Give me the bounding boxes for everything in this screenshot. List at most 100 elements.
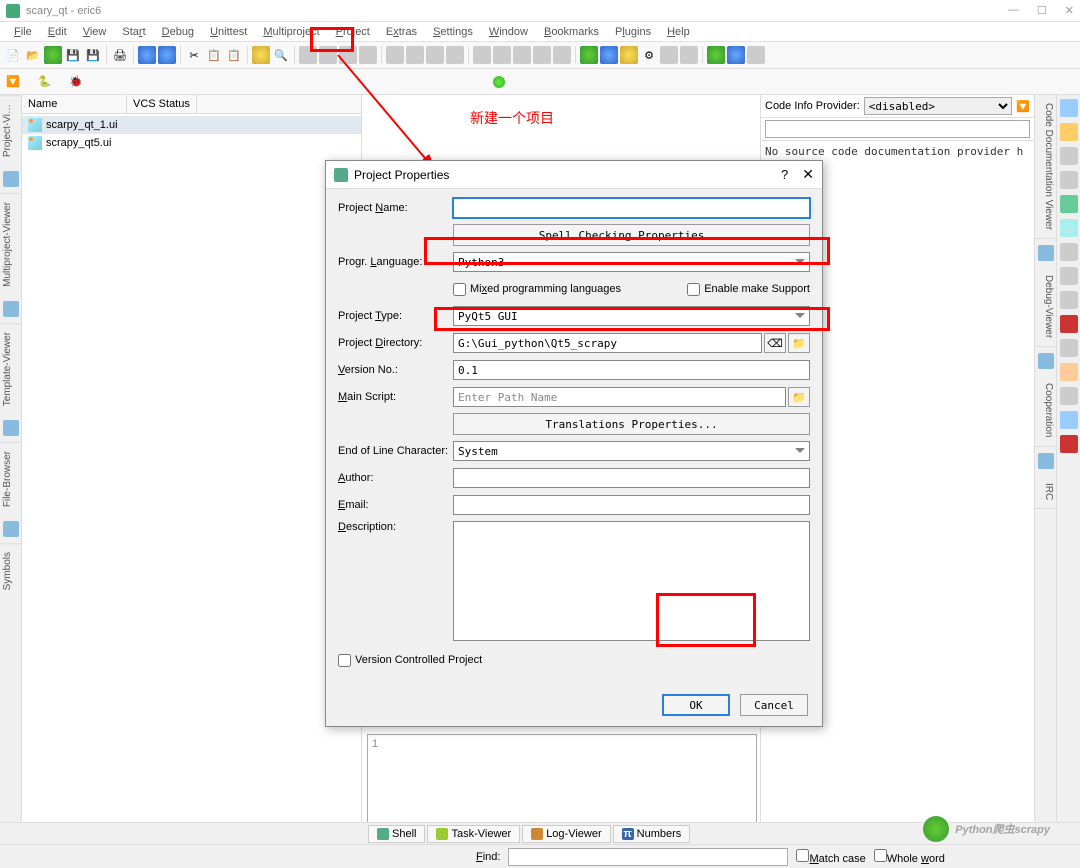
tb-search-icon[interactable]	[252, 46, 270, 64]
ok-button[interactable]: OK	[662, 694, 730, 716]
project-name-input[interactable]	[453, 198, 810, 218]
file-item[interactable]: scrapy_qt5.ui	[22, 134, 361, 152]
tool-icon[interactable]	[1060, 291, 1078, 309]
tb-saveall-icon[interactable]: 💾	[84, 46, 102, 64]
tab-cooperation[interactable]: Cooperation	[1035, 375, 1056, 446]
tab-icon[interactable]	[3, 171, 19, 187]
tab-debug-viewer[interactable]: Debug-Viewer	[1035, 267, 1056, 347]
eol-select[interactable]: System	[453, 441, 810, 461]
menu-window[interactable]: Window	[481, 24, 536, 40]
tab-icon[interactable]	[3, 420, 19, 436]
tb-new-icon[interactable]: 📄	[4, 46, 22, 64]
info-search-input[interactable]	[765, 120, 1030, 138]
info-provider-select[interactable]: <disabled>	[864, 97, 1013, 115]
tab-irc[interactable]: IRC	[1035, 475, 1056, 509]
tb-find-icon[interactable]: 🔍	[272, 46, 290, 64]
tb-icon[interactable]	[747, 46, 765, 64]
tab-log-viewer[interactable]: Log-Viewer	[522, 825, 610, 843]
menu-bookmarks[interactable]: Bookmarks	[536, 24, 607, 40]
version-input[interactable]	[453, 360, 810, 380]
menu-edit[interactable]: Edit	[40, 24, 75, 40]
description-textarea[interactable]	[453, 521, 810, 641]
minimize-button[interactable]: —	[1008, 4, 1019, 17]
translations-button[interactable]: Translations Properties...	[453, 413, 810, 435]
menu-start[interactable]: Start	[114, 24, 153, 40]
tb-redo-icon[interactable]	[158, 46, 176, 64]
tool-icon[interactable]	[1060, 267, 1078, 285]
tab-icon[interactable]	[3, 521, 19, 537]
col-vcs[interactable]: VCS Status	[127, 95, 197, 113]
tab-code-doc[interactable]: Code Documentation Viewer	[1035, 95, 1056, 239]
browse-icon[interactable]: 📁	[788, 333, 810, 353]
whole-word-checkbox[interactable]	[874, 849, 887, 862]
tab-symbols[interactable]: Symbols	[0, 543, 21, 598]
tb-icon[interactable]	[553, 46, 571, 64]
tb-icon[interactable]	[660, 46, 678, 64]
tb-icon[interactable]	[620, 46, 638, 64]
menu-plugins[interactable]: Plugins	[607, 24, 659, 40]
tab-multiproject-viewer[interactable]: Multiproject-Viewer	[0, 193, 21, 295]
vcs-checkbox[interactable]	[338, 654, 351, 667]
author-input[interactable]	[453, 468, 810, 488]
close-button[interactable]: ✕	[1065, 4, 1074, 17]
tb-icon[interactable]: ⚙	[640, 46, 658, 64]
tool-icon[interactable]	[1060, 195, 1078, 213]
tb-print-icon[interactable]: 🖨	[111, 46, 129, 64]
dialog-help-button[interactable]: ?	[781, 167, 788, 182]
tool-icon[interactable]	[1060, 435, 1078, 453]
editor-pane-2[interactable]: 1	[367, 734, 757, 834]
tb-cut-icon[interactable]: ✂	[185, 46, 203, 64]
tb-icon[interactable]	[580, 46, 598, 64]
bug-icon[interactable]	[1060, 315, 1078, 333]
tab-icon[interactable]	[1038, 245, 1054, 261]
cancel-button[interactable]: Cancel	[740, 694, 808, 716]
menu-file[interactable]: File	[6, 24, 40, 40]
tool-icon[interactable]	[1060, 99, 1078, 117]
tb-paste-icon[interactable]: 📋	[225, 46, 243, 64]
menu-debug[interactable]: Debug	[154, 24, 202, 40]
tb-icon[interactable]	[600, 46, 618, 64]
browse-icon[interactable]: 📁	[788, 387, 810, 407]
tool-icon[interactable]	[1060, 411, 1078, 429]
tb-open-icon[interactable]: 📂	[24, 46, 42, 64]
py-icon[interactable]	[1060, 363, 1078, 381]
email-input[interactable]	[453, 495, 810, 515]
tb-filter-icon[interactable]: 🔽	[6, 75, 20, 88]
tab-numbers[interactable]: πNumbers	[613, 825, 691, 843]
file-item[interactable]: scarpy_qt_1.ui	[22, 116, 361, 134]
tb-icon[interactable]	[513, 46, 531, 64]
tab-icon[interactable]	[1038, 353, 1054, 369]
filter-icon[interactable]: 🔽	[1016, 100, 1030, 113]
tb-icon[interactable]	[533, 46, 551, 64]
tool-icon[interactable]	[1060, 171, 1078, 189]
find-input[interactable]	[508, 848, 788, 866]
maximize-button[interactable]: ☐	[1037, 4, 1047, 17]
tab-icon[interactable]	[3, 301, 19, 317]
main-script-input[interactable]	[453, 387, 786, 407]
tb-icon[interactable]	[707, 46, 725, 64]
clear-icon[interactable]: ⌫	[764, 333, 786, 353]
tb-save-icon[interactable]: 💾	[64, 46, 82, 64]
tb-icon[interactable]	[493, 46, 511, 64]
col-name[interactable]: Name	[22, 95, 127, 113]
make-checkbox[interactable]	[687, 283, 700, 296]
tab-file-browser[interactable]: File-Browser	[0, 442, 21, 515]
tool-icon[interactable]	[1060, 219, 1078, 237]
dialog-close-button[interactable]: ✕	[802, 166, 814, 183]
py-icon[interactable]: 🐍	[38, 75, 52, 88]
tb-undo-icon[interactable]	[138, 46, 156, 64]
menu-view[interactable]: View	[75, 24, 115, 40]
tab-shell[interactable]: Shell	[368, 825, 425, 843]
tb-icon[interactable]	[473, 46, 491, 64]
tab-template-viewer[interactable]: Template-Viewer	[0, 323, 21, 414]
tool-icon[interactable]	[1060, 147, 1078, 165]
menu-help[interactable]: Help	[659, 24, 698, 40]
tb-run-icon[interactable]	[44, 46, 62, 64]
tab-project-viewer[interactable]: Project-Vi…	[0, 95, 21, 165]
project-dir-input[interactable]	[453, 333, 762, 353]
tool-icon[interactable]	[1060, 243, 1078, 261]
mixed-lang-checkbox[interactable]	[453, 283, 466, 296]
menu-unittest[interactable]: Unittest	[202, 24, 255, 40]
menu-settings[interactable]: Settings	[425, 24, 481, 40]
tb-icon[interactable]	[727, 46, 745, 64]
